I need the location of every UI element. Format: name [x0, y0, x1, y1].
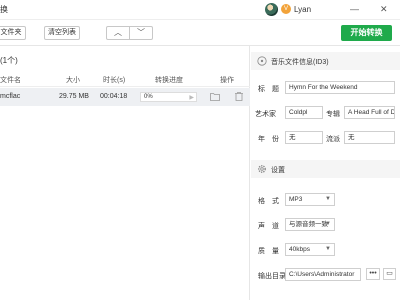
move-down-button[interactable]: ﹀	[129, 26, 153, 40]
artist-field[interactable]: Coldpl	[285, 106, 323, 119]
music-info-icon	[257, 56, 267, 66]
add-folder-button[interactable]: 文件夹	[0, 26, 26, 40]
quality-label: 质 量	[258, 248, 279, 255]
album-field[interactable]: A Head Full of Dreams	[344, 106, 395, 119]
app-title: 换	[0, 5, 8, 14]
play-icon: ▶	[189, 95, 194, 101]
column-size: 大小	[66, 77, 80, 84]
quality-select[interactable]: 40kbps ▼	[285, 243, 335, 256]
id3-section-title: 音乐文件信息(ID3)	[271, 59, 329, 66]
gear-icon	[258, 165, 266, 173]
year-label: 年 份	[258, 136, 279, 143]
settings-section-title: 设置	[271, 167, 285, 174]
properties-panel: 音乐文件信息(ID3) 标 题 Hymn For the Weekend 艺术家…	[251, 46, 400, 300]
close-button[interactable]: ✕	[380, 3, 388, 15]
output-dir-label: 输出目录	[258, 273, 286, 280]
title-label: 标 题	[258, 86, 279, 93]
clear-list-button[interactable]: 清空列表	[44, 26, 80, 40]
toolbar: 文件夹 清空列表 ︿ ﹀ 开始转换	[0, 20, 400, 46]
format-label: 格 式	[258, 198, 279, 205]
channel-value: 与源音频一致	[289, 221, 328, 228]
table-row[interactable]: mcflac 29.75 MB 00:04:18 0% ▶	[0, 88, 250, 106]
delete-icon[interactable]	[234, 92, 244, 101]
move-up-button[interactable]: ︿	[106, 26, 130, 40]
file-count: (1个)	[0, 56, 18, 65]
channel-label: 声 道	[258, 223, 279, 230]
album-label: 专辑	[326, 111, 340, 118]
file-size: 29.75 MB	[59, 93, 89, 100]
vip-badge-icon: V	[281, 4, 291, 14]
progress-text: 0%	[144, 94, 153, 100]
minimize-button[interactable]: —	[350, 3, 359, 15]
progress-bar: 0% ▶	[140, 92, 197, 102]
file-name: mcflac	[0, 93, 21, 100]
output-dir-field[interactable]: C:\Users\Administrator	[285, 268, 361, 281]
chevron-down-icon: ▼	[325, 246, 331, 252]
username[interactable]: Lyan	[294, 5, 311, 14]
avatar[interactable]	[265, 2, 278, 16]
channel-select[interactable]: 与源音频一致 ▼	[285, 218, 335, 231]
genre-label: 流派	[326, 136, 340, 143]
column-progress: 转换进度	[155, 77, 183, 84]
settings-section-header: 设置	[251, 160, 400, 178]
chevron-down-icon: ▼	[325, 196, 331, 202]
column-duration: 时长(s)	[103, 77, 126, 84]
artist-label: 艺术家	[255, 111, 276, 118]
table-header: 文件名 大小 时长(s) 转换进度 操作	[0, 73, 250, 87]
column-filename: 文件名	[0, 77, 21, 84]
id3-section-header: 音乐文件信息(ID3)	[251, 52, 400, 70]
title-field[interactable]: Hymn For the Weekend	[285, 81, 395, 94]
chevron-down-icon: ▼	[325, 221, 331, 227]
file-list-panel: (1个) 文件名 大小 时长(s) 转换进度 操作 mcflac 29.75 M…	[0, 46, 250, 300]
browse-button[interactable]: •••	[366, 268, 380, 280]
open-output-folder-button[interactable]: ▭	[383, 268, 396, 280]
start-convert-button[interactable]: 开始转换	[341, 25, 392, 41]
format-value: MP3	[289, 196, 303, 203]
title-bar: 换 V Lyan — ✕	[0, 0, 400, 20]
year-field[interactable]: 无	[285, 131, 323, 144]
file-duration: 00:04:18	[100, 93, 128, 100]
column-actions: 操作	[220, 77, 234, 84]
quality-value: 40kbps	[289, 246, 310, 253]
open-folder-icon[interactable]	[210, 92, 220, 101]
genre-field[interactable]: 无	[344, 131, 395, 144]
format-select[interactable]: MP3 ▼	[285, 193, 335, 206]
user-account[interactable]: V Lyan	[265, 2, 311, 16]
